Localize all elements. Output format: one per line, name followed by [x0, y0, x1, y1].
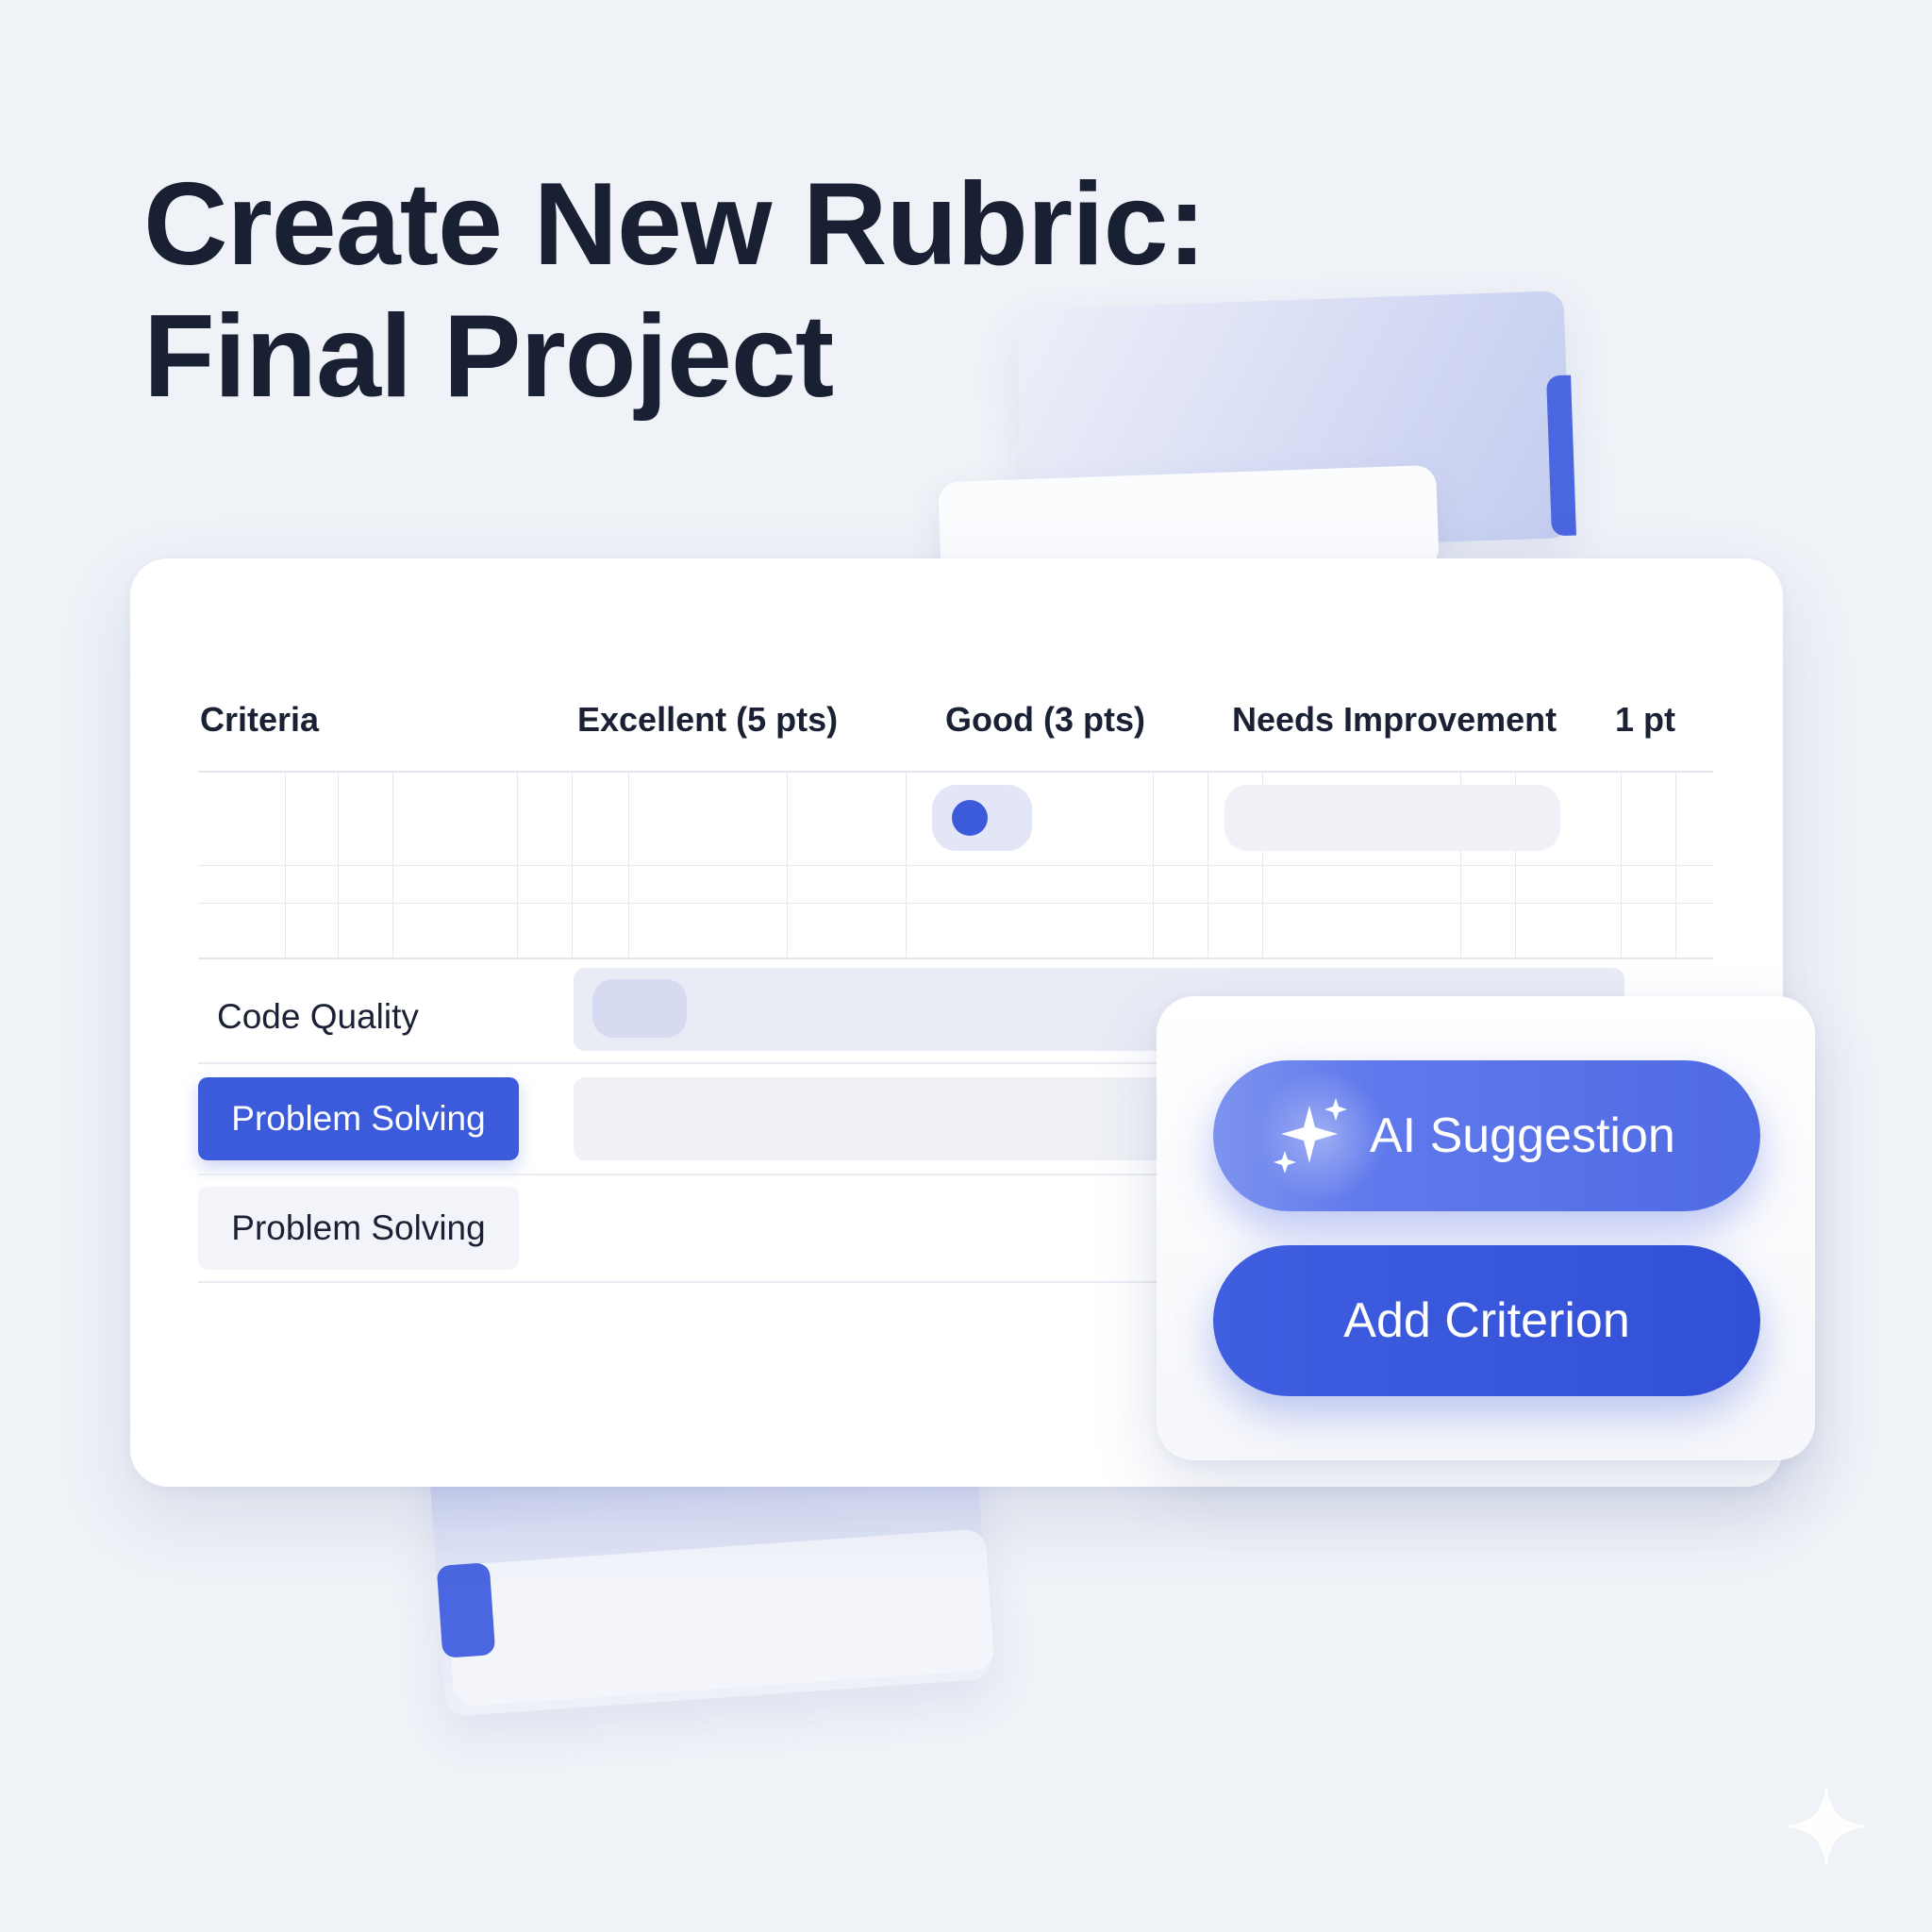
grid-line [338, 773, 339, 958]
column-header-needs-improvement: Needs Improvement [1232, 700, 1557, 739]
toggle-dot-icon [952, 800, 988, 836]
grid-line [517, 773, 518, 958]
criterion-problem-solving[interactable]: Problem Solving [198, 1187, 519, 1270]
decorative-accent-tab [436, 1562, 496, 1658]
add-criterion-button[interactable]: Add Criterion [1213, 1245, 1760, 1396]
ai-suggestion-label: AI Suggestion [1370, 1108, 1675, 1163]
decorative-accent-tab [1546, 375, 1576, 537]
sparkle-icon [1274, 1098, 1347, 1174]
column-header-good: Good (3 pts) [945, 700, 1145, 739]
column-header-criteria: Criteria [200, 700, 320, 739]
grid-line [572, 773, 573, 958]
grid-line [198, 865, 1713, 866]
grid-line [392, 773, 393, 958]
grid-line [198, 903, 1713, 904]
good-rating-toggle[interactable] [932, 785, 1032, 851]
score-slider-handle[interactable] [592, 979, 687, 1038]
column-header-points: 1 pt [1615, 700, 1676, 739]
column-header-excellent: Excellent (5 pts) [577, 700, 839, 739]
grid-line [285, 773, 286, 958]
grid-line [628, 773, 629, 958]
page-title-line-1: Create New Rubric: [143, 159, 1207, 290]
grid-line [1675, 773, 1676, 958]
grid-line [787, 773, 788, 958]
add-criterion-label: Add Criterion [1343, 1293, 1630, 1348]
criterion-problem-solving-selected[interactable]: Problem Solving [198, 1077, 519, 1160]
sparkle-icon [1783, 1783, 1870, 1870]
needs-improvement-input[interactable] [1224, 785, 1560, 851]
actions-panel: AI Suggestion Add Criterion [1157, 996, 1815, 1460]
grid-line [1153, 773, 1154, 958]
ai-suggestion-button[interactable]: AI Suggestion [1213, 1060, 1760, 1211]
criterion-code-quality[interactable]: Code Quality [217, 991, 419, 1043]
grid-line [906, 773, 907, 958]
grid-line [1621, 773, 1622, 958]
